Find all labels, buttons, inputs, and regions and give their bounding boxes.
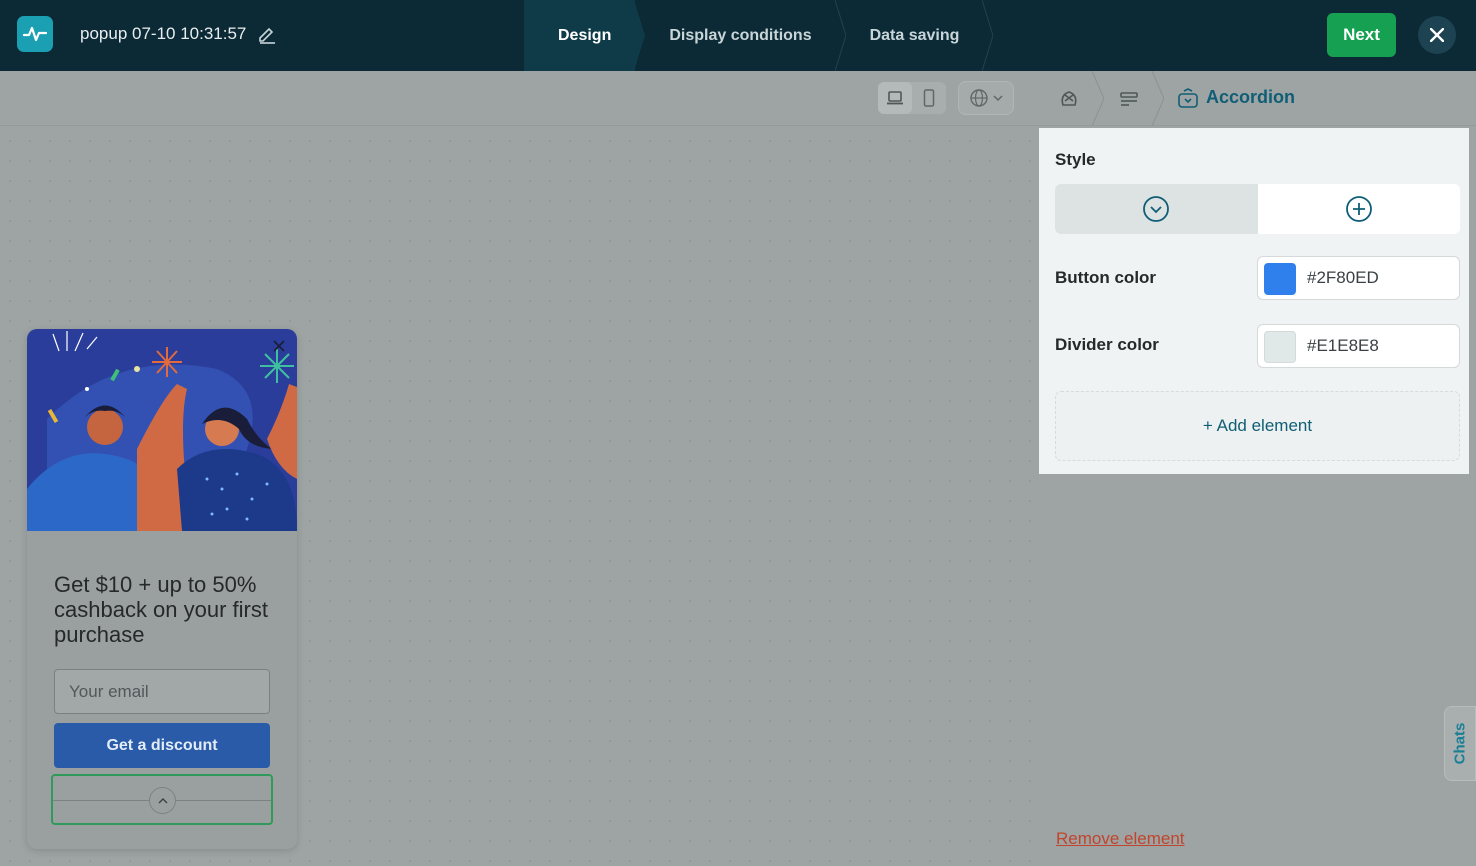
breadcrumb: Accordion (1032, 71, 1476, 126)
wizard-steps: Design Display conditions Data saving (524, 0, 994, 71)
desktop-view-button[interactable] (878, 82, 912, 114)
popup-headline: Get $10 + up to 50% cashback on your fir… (54, 572, 268, 647)
next-button[interactable]: Next (1327, 13, 1396, 57)
button-color-field[interactable]: #2F80ED (1257, 256, 1460, 300)
app-logo-icon[interactable] (17, 16, 53, 52)
get-discount-button[interactable]: Get a discount (54, 723, 270, 768)
tab-data-saving[interactable]: Data saving (836, 0, 994, 71)
settings-panel: Accordion Style Button color #2F80ED Div… (1032, 71, 1476, 866)
divider-color-value: #E1E8E8 (1307, 336, 1379, 355)
tab-data-saving-label: Data saving (869, 26, 960, 44)
tab-design-label: Design (558, 26, 612, 44)
form-icon[interactable] (1117, 87, 1141, 111)
laptop-icon (887, 91, 903, 105)
plus-circle-icon (1345, 196, 1372, 222)
button-color-label: Button color (1055, 268, 1157, 287)
chevron-down-icon (993, 95, 1003, 102)
top-bar: popup 07-10 10:31:57 Design Display cond… (0, 0, 1476, 71)
chats-tab[interactable]: Chats (1444, 706, 1476, 781)
device-switcher (878, 82, 946, 114)
popup-title: popup 07-10 10:31:57 (80, 24, 247, 43)
tab-display-conditions[interactable]: Display conditions (635, 0, 846, 71)
step-chevron-icon (982, 0, 994, 71)
editor-canvas[interactable]: Get $10 + up to 50% cashback on your fir… (0, 71, 1032, 866)
accordion-element[interactable] (51, 774, 273, 825)
chevron-circle-icon (1143, 196, 1170, 222)
tab-design[interactable]: Design (524, 0, 646, 71)
popup-settings-icon[interactable] (1057, 87, 1081, 111)
button-color-value: #2F80ED (1307, 268, 1379, 287)
phone-icon (923, 89, 935, 107)
celebration-illustration (27, 329, 297, 531)
button-color-swatch[interactable] (1264, 263, 1296, 295)
accordion-icon (1178, 88, 1198, 108)
popup-preview[interactable]: Get $10 + up to 50% cashback on your fir… (27, 329, 297, 849)
language-selector[interactable] (958, 81, 1014, 115)
divider-color-swatch[interactable] (1264, 331, 1296, 363)
style-option-plus[interactable] (1258, 184, 1461, 234)
close-button[interactable] (1418, 16, 1456, 54)
pencil-icon[interactable] (257, 24, 277, 44)
style-option-chevron[interactable] (1055, 184, 1258, 234)
chevron-up-icon (158, 798, 167, 804)
email-field[interactable]: Your email (54, 669, 270, 714)
canvas-toolbar (0, 71, 1032, 126)
close-icon (1430, 28, 1444, 42)
divider-color-field[interactable]: #E1E8E8 (1257, 324, 1460, 368)
tab-display-conditions-label: Display conditions (669, 26, 812, 44)
remove-element-link[interactable]: Remove element (1056, 829, 1185, 849)
breadcrumb-chevron-icon (1152, 71, 1164, 126)
breadcrumb-current: Accordion (1206, 87, 1296, 107)
style-selector (1055, 184, 1460, 234)
add-element-button[interactable]: + Add element (1055, 391, 1460, 461)
chats-label: Chats (1451, 722, 1469, 765)
divider-color-label: Divider color (1055, 335, 1159, 354)
breadcrumb-chevron-icon (1092, 71, 1104, 126)
mobile-view-button[interactable] (912, 82, 946, 114)
accordion-settings-card: Style Button color #2F80ED Divider color… (1039, 128, 1469, 474)
globe-icon (970, 89, 988, 107)
style-label: Style (1055, 150, 1096, 169)
accordion-toggle-button[interactable] (149, 787, 176, 814)
